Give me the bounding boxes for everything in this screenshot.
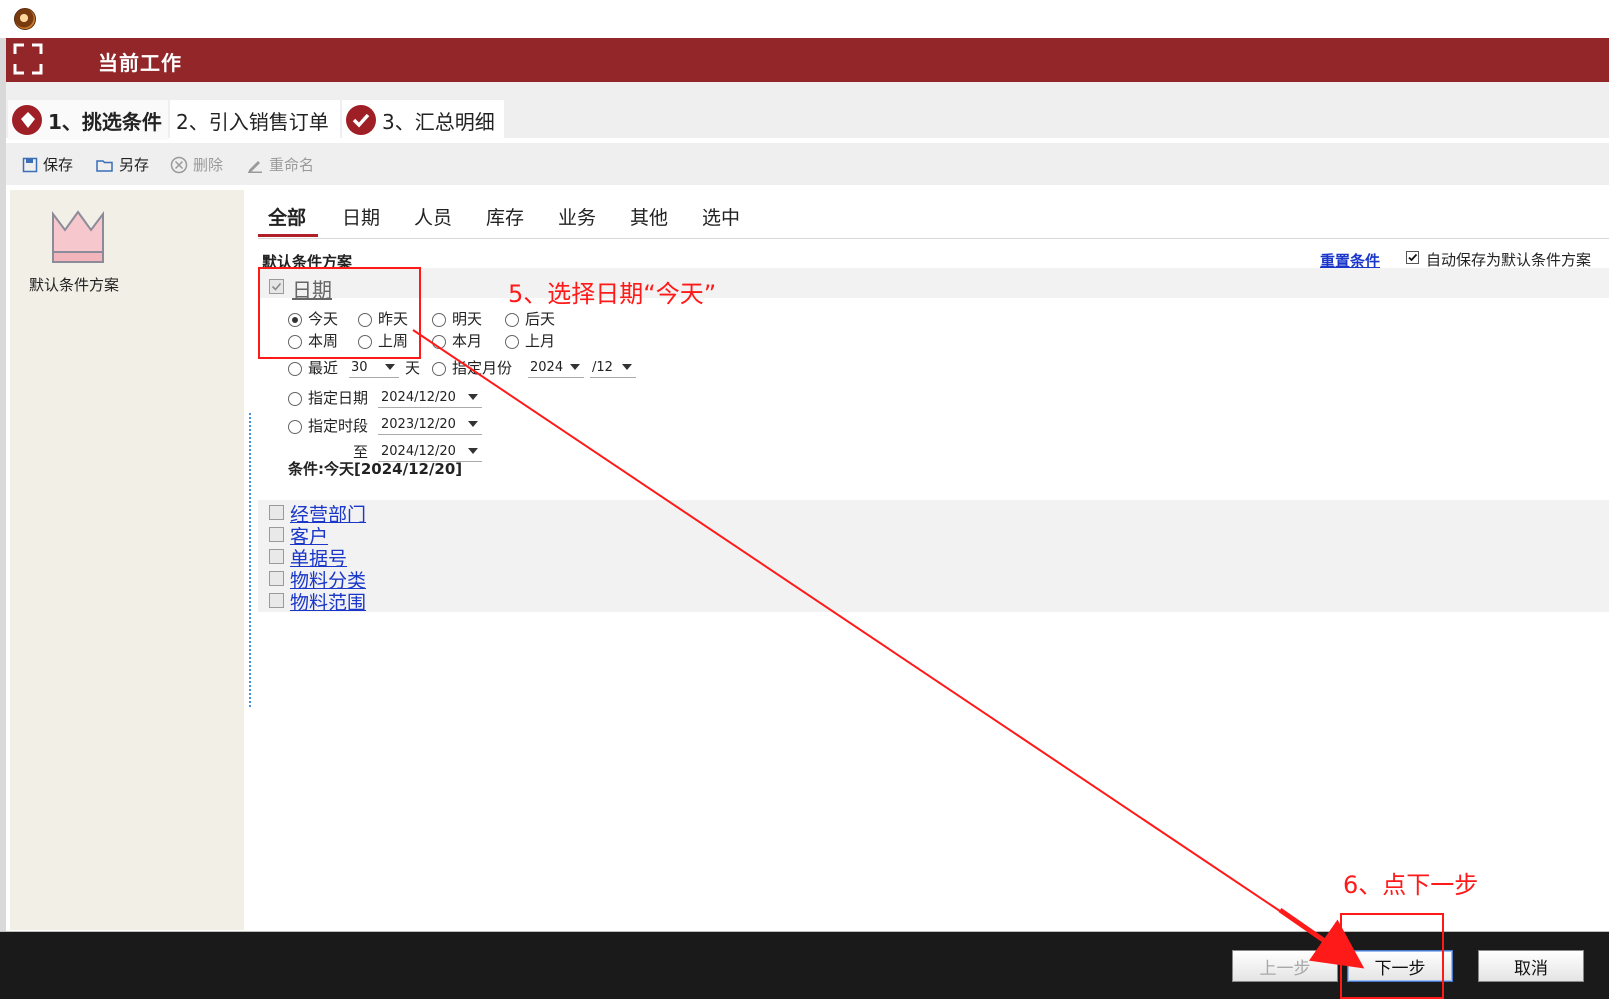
annotation-arrow bbox=[412, 329, 1365, 969]
